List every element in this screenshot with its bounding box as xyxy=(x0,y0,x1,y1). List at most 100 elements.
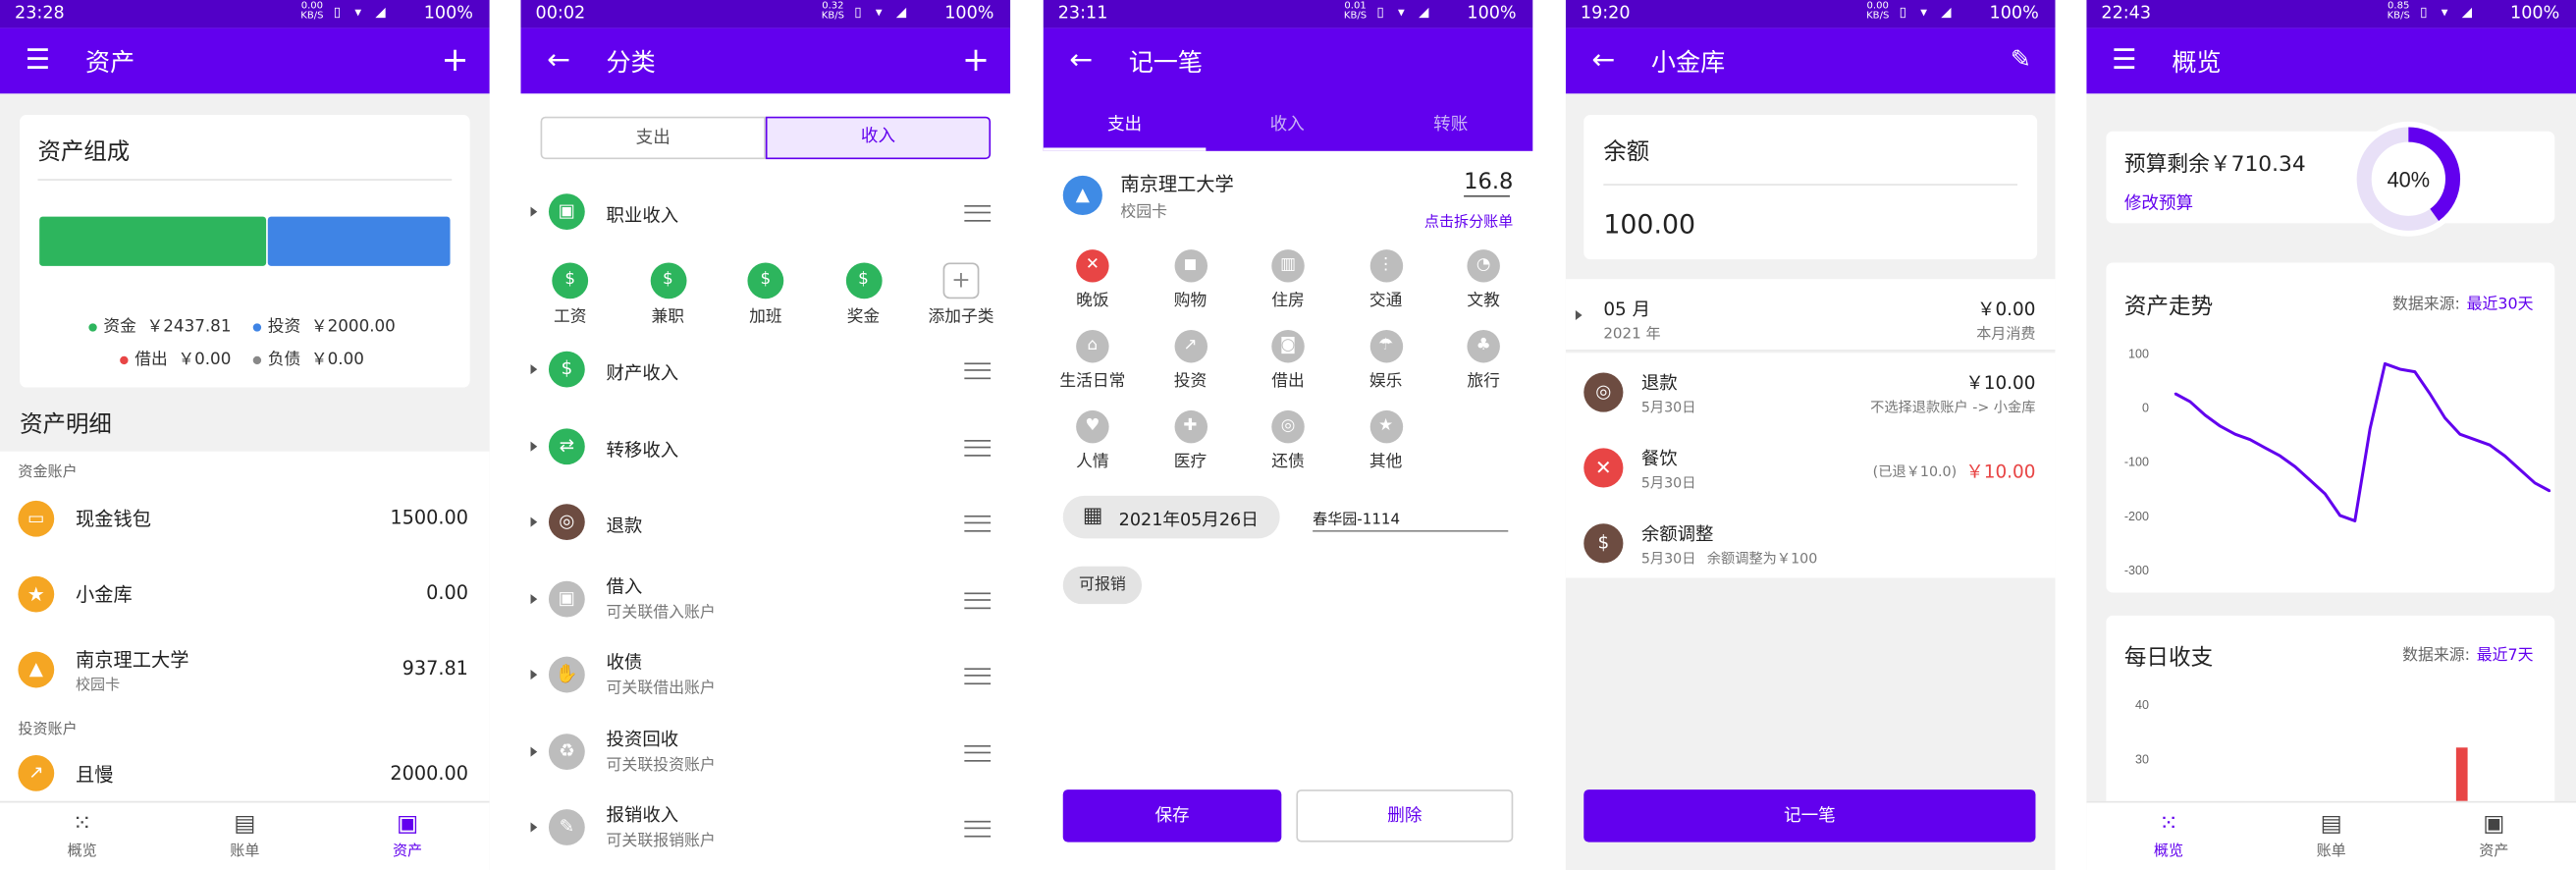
back-arrow-icon[interactable]: ← xyxy=(1585,42,1622,79)
category-item[interactable]: ◔ 文教 xyxy=(1434,246,1532,319)
nav-overview[interactable]: ⁙ 概览 xyxy=(0,809,164,860)
page-title: 资产 xyxy=(85,47,135,78)
back-arrow-icon[interactable]: ← xyxy=(541,42,577,79)
trending-up-icon: ↗ xyxy=(18,754,55,791)
delete-button[interactable]: 删除 xyxy=(1296,789,1514,843)
subcategory-item[interactable]: $ 奖金 xyxy=(831,259,896,327)
expand-arrow-icon xyxy=(530,670,538,680)
page-title: 分类 xyxy=(606,47,656,78)
tab-expense[interactable]: 支出 xyxy=(1044,112,1207,136)
page-title: 小金库 xyxy=(1650,47,1726,78)
nav-bills[interactable]: ▤ 账单 xyxy=(2249,809,2413,860)
subcategory-item[interactable]: $ 兼职 xyxy=(635,259,701,327)
battery-level: 100% xyxy=(423,3,473,24)
segment-expense[interactable]: 支出 xyxy=(540,116,766,160)
amount-input[interactable]: 16.8 xyxy=(1464,169,1513,197)
network-speed: 0.00 KB/S xyxy=(1866,0,1890,22)
expand-arrow-icon xyxy=(530,206,538,217)
category-item[interactable]: ⋮ 交通 xyxy=(1336,246,1434,319)
balance-value: 100.00 xyxy=(1603,208,1696,241)
category-item[interactable]: ⌂ 生活日常 xyxy=(1044,327,1142,400)
reimbursable-chip[interactable]: 可报销 xyxy=(1062,566,1143,605)
subcategory-item[interactable]: + 添加子类 xyxy=(929,259,993,327)
category-item[interactable]: ◼ 购物 xyxy=(1141,246,1239,319)
account-row[interactable]: ★ 小金库 0.00 xyxy=(0,557,490,632)
category-item[interactable]: ◎ 还债 xyxy=(1239,408,1337,480)
account-row[interactable]: ▲ 南京理工大学 校园卡 937.81 xyxy=(0,632,490,708)
save-button[interactable]: 保存 xyxy=(1062,789,1282,843)
receipt-icon: ▤ xyxy=(234,810,256,838)
category-item[interactable]: ✕ 晚饭 xyxy=(1044,246,1142,319)
record-button[interactable]: 记一笔 xyxy=(1583,789,2036,843)
add-icon[interactable]: + xyxy=(437,39,473,79)
drag-handle-icon[interactable] xyxy=(964,820,992,838)
status-bar: 23:11 0.01 KB/S ▯ ▾ ◢ 100% xyxy=(1043,0,1533,28)
group-label: 资金账户 xyxy=(18,464,78,481)
app-bar: ☰ 概览 xyxy=(2086,27,2576,94)
nav-bills[interactable]: ▤ 账单 xyxy=(163,809,327,860)
heart-icon: ♥ xyxy=(1076,409,1109,444)
card-title: 资产组成 xyxy=(37,139,131,166)
category-group-row[interactable]: ✋ 收债 可关联借出账户 xyxy=(520,637,1010,713)
category-item[interactable]: ↗ 投资 xyxy=(1141,327,1239,400)
category-group-row[interactable]: ◎ 退款 xyxy=(520,484,1010,560)
drag-handle-icon[interactable] xyxy=(964,362,992,380)
note-input[interactable]: 春华园-1114 xyxy=(1313,508,1509,532)
category-item[interactable]: ♥ 人情 xyxy=(1044,408,1142,480)
subcategory-item[interactable]: $ 加班 xyxy=(732,259,798,327)
refund-icon: ◎ xyxy=(1583,372,1624,412)
tab-income[interactable]: 收入 xyxy=(1206,112,1368,136)
trend-point xyxy=(2279,455,2281,458)
drag-handle-icon[interactable] xyxy=(964,204,992,222)
app-bar: ← 记一笔 支出 收入 转账 xyxy=(1043,27,1533,151)
drag-handle-icon[interactable] xyxy=(964,439,992,456)
recycle-icon: ♻ xyxy=(548,733,585,770)
split-bill-link[interactable]: 点击拆分账单 xyxy=(1424,210,1513,232)
palm-tree-icon: ♣ xyxy=(1467,330,1500,363)
menu-icon[interactable]: ☰ xyxy=(2106,42,2142,79)
category-group-row[interactable]: ▣ 借入 可关联借入账户 xyxy=(520,561,1010,636)
tab-transfer[interactable]: 转账 xyxy=(1368,112,1532,136)
edit-pencil-icon[interactable]: ✎ xyxy=(2003,39,2039,79)
menu-icon[interactable]: ☰ xyxy=(20,42,56,79)
add-icon[interactable]: + xyxy=(958,39,994,79)
date-chip[interactable]: ▦ 2021年05月26日 xyxy=(1062,495,1280,539)
category-item[interactable]: ▥ 住房 xyxy=(1239,246,1337,319)
nav-assets[interactable]: ▣ 资产 xyxy=(325,809,489,860)
category-group-row[interactable]: ✎ 报销收入 可关联报销账户 xyxy=(520,789,1010,865)
category-group-row[interactable]: ⇄ 转移收入 xyxy=(520,408,1010,483)
transaction-row[interactable]: ◎ 退款 5月30日 ￥10.00 不选择退款账户 -> 小金库 xyxy=(1566,353,2056,428)
nav-assets[interactable]: ▣ 资产 xyxy=(2412,809,2576,860)
collect-debt-icon: ✋ xyxy=(548,656,585,693)
drag-handle-icon[interactable] xyxy=(964,668,992,685)
asset-trend-chart: 100 0 -100 -200 -300 xyxy=(2124,347,2551,577)
drag-handle-icon[interactable] xyxy=(964,515,992,532)
nav-overview[interactable]: ⁙ 概览 xyxy=(2086,809,2250,860)
category-item[interactable]: ✚ 医疗 xyxy=(1141,408,1239,480)
group-label: 投资账户 xyxy=(18,722,78,739)
drag-handle-icon[interactable] xyxy=(964,744,992,761)
back-arrow-icon[interactable]: ← xyxy=(1063,42,1100,79)
repay-icon: ◎ xyxy=(1271,409,1305,444)
category-item[interactable]: ◙ 借出 xyxy=(1239,327,1337,400)
segment-income[interactable]: 收入 xyxy=(765,116,992,160)
category-item[interactable]: ☂ 娱乐 xyxy=(1336,327,1434,400)
calendar-icon: ▦ xyxy=(1082,504,1103,529)
transaction-row[interactable]: $ 余额调整 5月30日 余额调整为￥100 xyxy=(1566,504,2056,579)
account-row[interactable]: ▭ 现金钱包 1500.00 xyxy=(0,481,490,557)
month-header[interactable]: 05 月 2021 年 ￥0.00 本月消费 xyxy=(1565,279,2056,352)
category-item[interactable]: ♣ 旅行 xyxy=(1434,327,1532,400)
edit-budget-link[interactable]: 修改预算 xyxy=(2124,190,2193,215)
status-bar: 22:43 0.85 KB/S ▯ ▾ ◢ 100% xyxy=(2086,0,2576,28)
y-tick-label: 100 xyxy=(2128,347,2149,360)
category-group-row[interactable]: ♻ 投资回收 可关联投资账户 xyxy=(520,713,1010,788)
signal-icons: ▯ ▾ ◢ xyxy=(1376,5,1434,21)
category-group-row[interactable]: $ 财产收入 xyxy=(520,332,1010,408)
subcategory-item[interactable]: $ 工资 xyxy=(537,259,603,327)
drag-handle-icon[interactable] xyxy=(964,591,992,609)
account-row[interactable]: ↗ 且慢 2000.00 xyxy=(0,738,490,801)
category-group-row[interactable]: ▣ 职业收入 $ 工资 $ 兼职 $ 加班 $ 奖金 + 添加子类 xyxy=(520,174,1010,327)
category-item[interactable]: ★ 其他 xyxy=(1336,408,1434,480)
y-tick-label: -200 xyxy=(2124,510,2149,523)
transaction-row[interactable]: ✕ 餐饮 5月30日 (已退￥10.0) ￥10.00 xyxy=(1566,428,2056,504)
